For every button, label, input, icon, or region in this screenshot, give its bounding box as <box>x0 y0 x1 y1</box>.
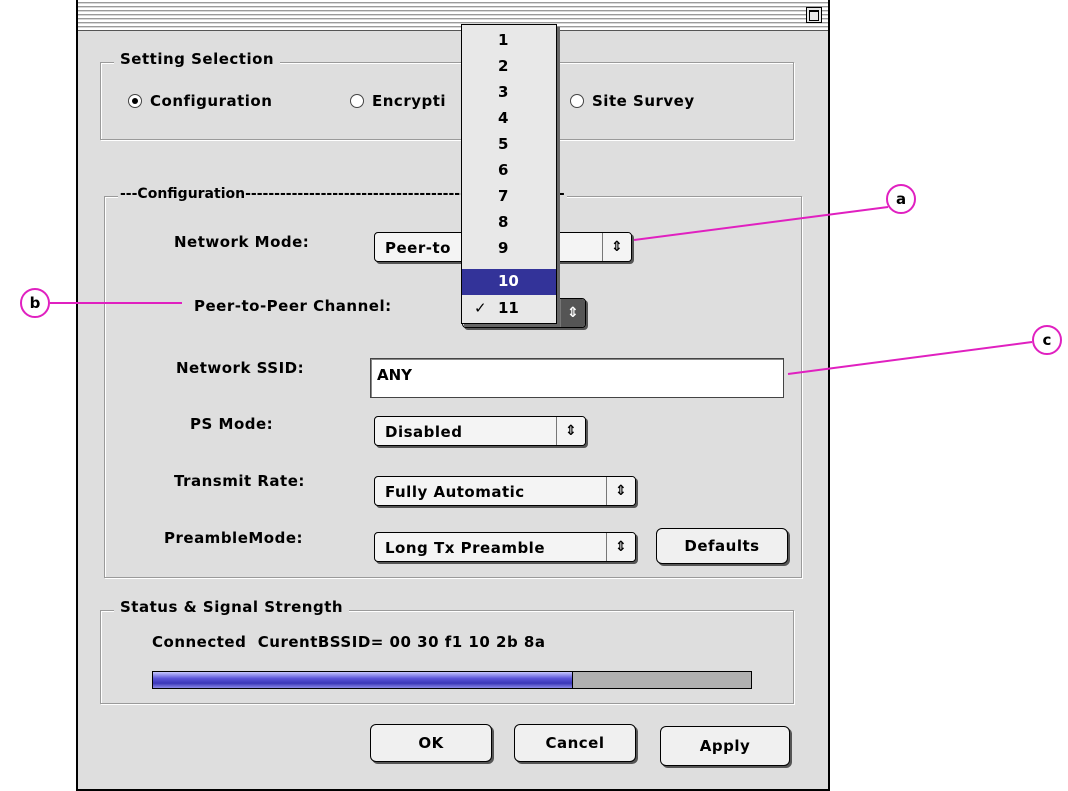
callout-a-line <box>633 206 889 241</box>
callout-c-line <box>787 341 1033 375</box>
callout-c: c <box>1032 325 1062 355</box>
callout-b: b <box>20 288 50 318</box>
callout-a: a <box>886 184 916 214</box>
callout-lines <box>50 206 1033 375</box>
